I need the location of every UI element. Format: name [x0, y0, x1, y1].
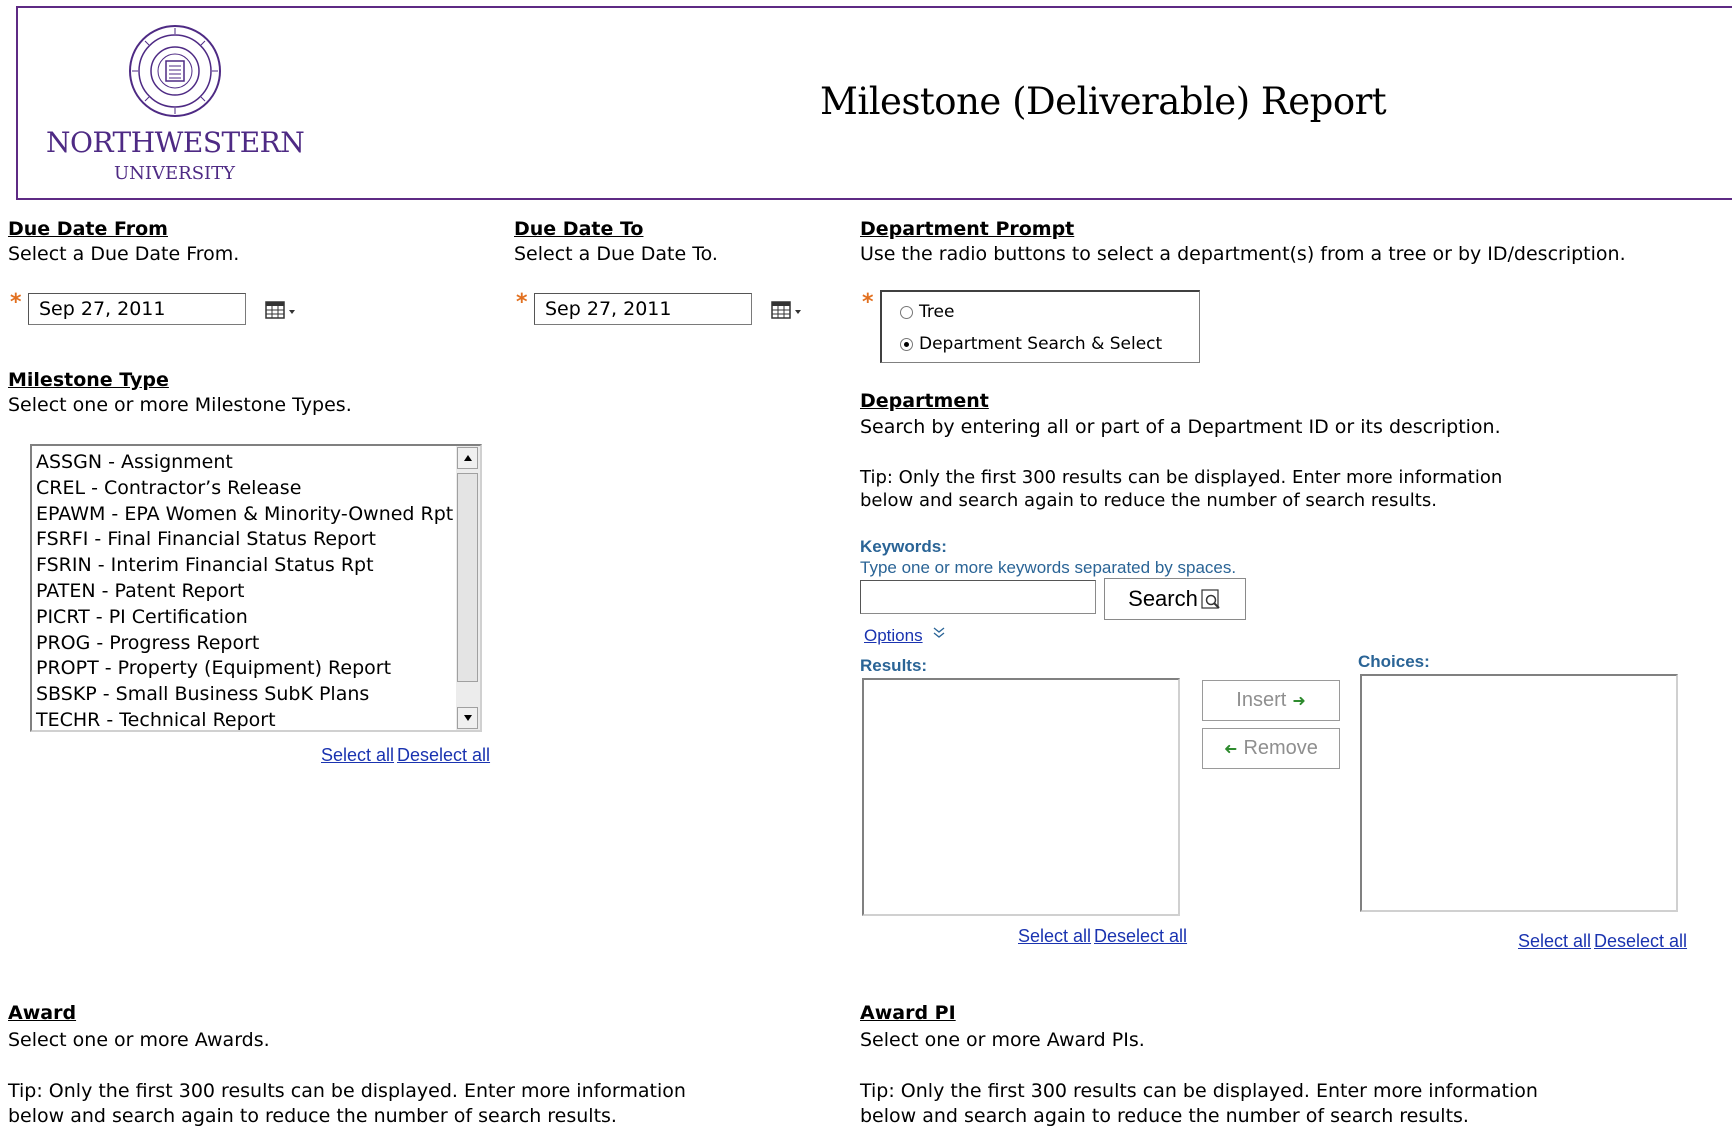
remove-button[interactable]: ➜ Remove — [1202, 728, 1340, 769]
list-item[interactable]: PATEN - Patent Report — [36, 579, 453, 605]
logo-wordmark: NORTHWESTERN — [46, 126, 305, 159]
award-description: Select one or more Awards. — [8, 1029, 270, 1051]
milestone-deselect-all-link[interactable]: Deselect all — [397, 745, 490, 766]
award-tip-line-1: Tip: Only the first 300 results can be d… — [8, 1080, 686, 1102]
search-button[interactable]: Search — [1104, 578, 1246, 620]
university-seal-logo — [129, 25, 221, 117]
department-prompt-label: Department Prompt — [860, 218, 1075, 240]
radio-option-tree[interactable]: Tree — [900, 302, 954, 322]
award-pi-tip-line-1: Tip: Only the first 300 results can be d… — [860, 1080, 1538, 1102]
award-pi-label: Award PI — [860, 1002, 956, 1024]
milestone-type-listbox[interactable]: ASSGN - Assignment CREL - Contractor’s R… — [30, 444, 482, 732]
due-date-from-description: Select a Due Date From. — [8, 243, 240, 265]
scrollbar-thumb[interactable] — [457, 473, 478, 682]
radio-button-selected[interactable] — [900, 337, 913, 351]
milestone-type-description: Select one or more Milestone Types. — [8, 394, 352, 416]
award-tip-line-2: below and search again to reduce the num… — [8, 1105, 617, 1127]
page-title: Milestone (Deliverable) Report — [820, 80, 1387, 123]
chevron-down-icon — [289, 310, 295, 314]
calendar-icon — [265, 301, 295, 319]
logo-subtitle: UNIVERSITY — [114, 163, 236, 184]
results-select-all-link[interactable]: Select all — [1018, 926, 1091, 947]
list-item[interactable]: CREL - Contractor’s Release — [36, 476, 453, 502]
search-button-label: Search — [1128, 586, 1198, 611]
insert-button[interactable]: Insert ➜ — [1202, 680, 1340, 721]
department-tip-line-1: Tip: Only the first 300 results can be d… — [860, 467, 1503, 488]
arrow-down-icon — [463, 715, 472, 721]
choices-label: Choices: — [1358, 652, 1430, 671]
insert-button-label: Insert — [1236, 689, 1287, 711]
listbox-items: ASSGN - Assignment CREL - Contractor’s R… — [36, 450, 453, 730]
due-date-to-description: Select a Due Date To. — [514, 243, 718, 265]
list-item[interactable]: ASSGN - Assignment — [36, 450, 453, 476]
results-deselect-all-link[interactable]: Deselect all — [1094, 926, 1187, 947]
magnifier-icon — [1201, 589, 1220, 609]
radio-option-tree-label: Tree — [919, 302, 955, 322]
arrow-left-icon: ➜ — [1224, 740, 1238, 758]
calendar-icon — [771, 301, 801, 319]
list-item[interactable]: TECHR - Technical Report — [36, 708, 453, 730]
award-pi-tip-line-2: below and search again to reduce the num… — [860, 1105, 1469, 1127]
department-tip-line-2: below and search again to reduce the num… — [860, 490, 1437, 511]
department-description: Search by entering all or part of a Depa… — [860, 416, 1501, 438]
department-label: Department — [860, 390, 989, 412]
arrow-right-icon: ➜ — [1292, 692, 1306, 710]
choices-select-all-link[interactable]: Select all — [1518, 931, 1591, 952]
radio-option-department-search[interactable]: Department Search & Select — [900, 334, 1162, 354]
milestone-type-label: Milestone Type — [8, 369, 169, 391]
due-date-from-input[interactable] — [28, 293, 246, 325]
options-link[interactable]: Options — [864, 626, 923, 646]
radio-button[interactable] — [900, 305, 913, 319]
list-item[interactable]: PROG - Progress Report — [36, 631, 453, 657]
list-item[interactable]: FSRFI - Final Financial Status Report — [36, 527, 453, 553]
choices-listbox[interactable] — [1360, 674, 1678, 912]
list-item[interactable]: PICRT - PI Certification — [36, 605, 453, 631]
radio-option-search-label: Department Search & Select — [919, 334, 1163, 354]
due-date-from-label: Due Date From — [8, 218, 168, 240]
list-item[interactable]: FSRIN - Interim Financial Status Rpt — [36, 553, 453, 579]
required-marker: * — [862, 290, 874, 315]
list-item[interactable]: PROPT - Property (Equipment) Report — [36, 656, 453, 682]
chevron-down-icon — [795, 310, 801, 314]
choices-deselect-all-link[interactable]: Deselect all — [1594, 931, 1687, 952]
due-date-to-input[interactable] — [534, 293, 752, 325]
listbox-scrollbar[interactable] — [456, 446, 480, 730]
scroll-down-button[interactable] — [457, 707, 478, 729]
keywords-label: Keywords: — [860, 537, 947, 556]
required-marker: * — [10, 290, 22, 315]
double-chevron-down-icon[interactable] — [932, 626, 946, 640]
department-prompt-description: Use the radio buttons to select a depart… — [860, 243, 1626, 265]
due-date-to-label: Due Date To — [514, 218, 644, 240]
results-label: Results: — [860, 656, 928, 675]
keywords-input[interactable] — [860, 580, 1096, 614]
due-date-from-calendar-button[interactable] — [260, 294, 302, 326]
award-label: Award — [8, 1002, 77, 1024]
keywords-hint: Type one or more keywords separated by s… — [860, 558, 1237, 577]
list-item[interactable]: EPAWM - EPA Women & Minority-Owned Rpt — [36, 502, 453, 528]
required-marker: * — [516, 290, 528, 315]
milestone-select-all-link[interactable]: Select all — [321, 745, 394, 766]
arrow-up-icon — [463, 455, 472, 461]
scroll-up-button[interactable] — [457, 447, 478, 469]
department-mode-radio-group: Tree Department Search & Select — [880, 290, 1200, 363]
remove-button-label: Remove — [1243, 737, 1318, 759]
award-pi-description: Select one or more Award PIs. — [860, 1029, 1145, 1051]
results-listbox[interactable] — [862, 678, 1180, 916]
due-date-to-calendar-button[interactable] — [766, 294, 808, 326]
list-item[interactable]: SBSKP - Small Business SubK Plans — [36, 682, 453, 708]
